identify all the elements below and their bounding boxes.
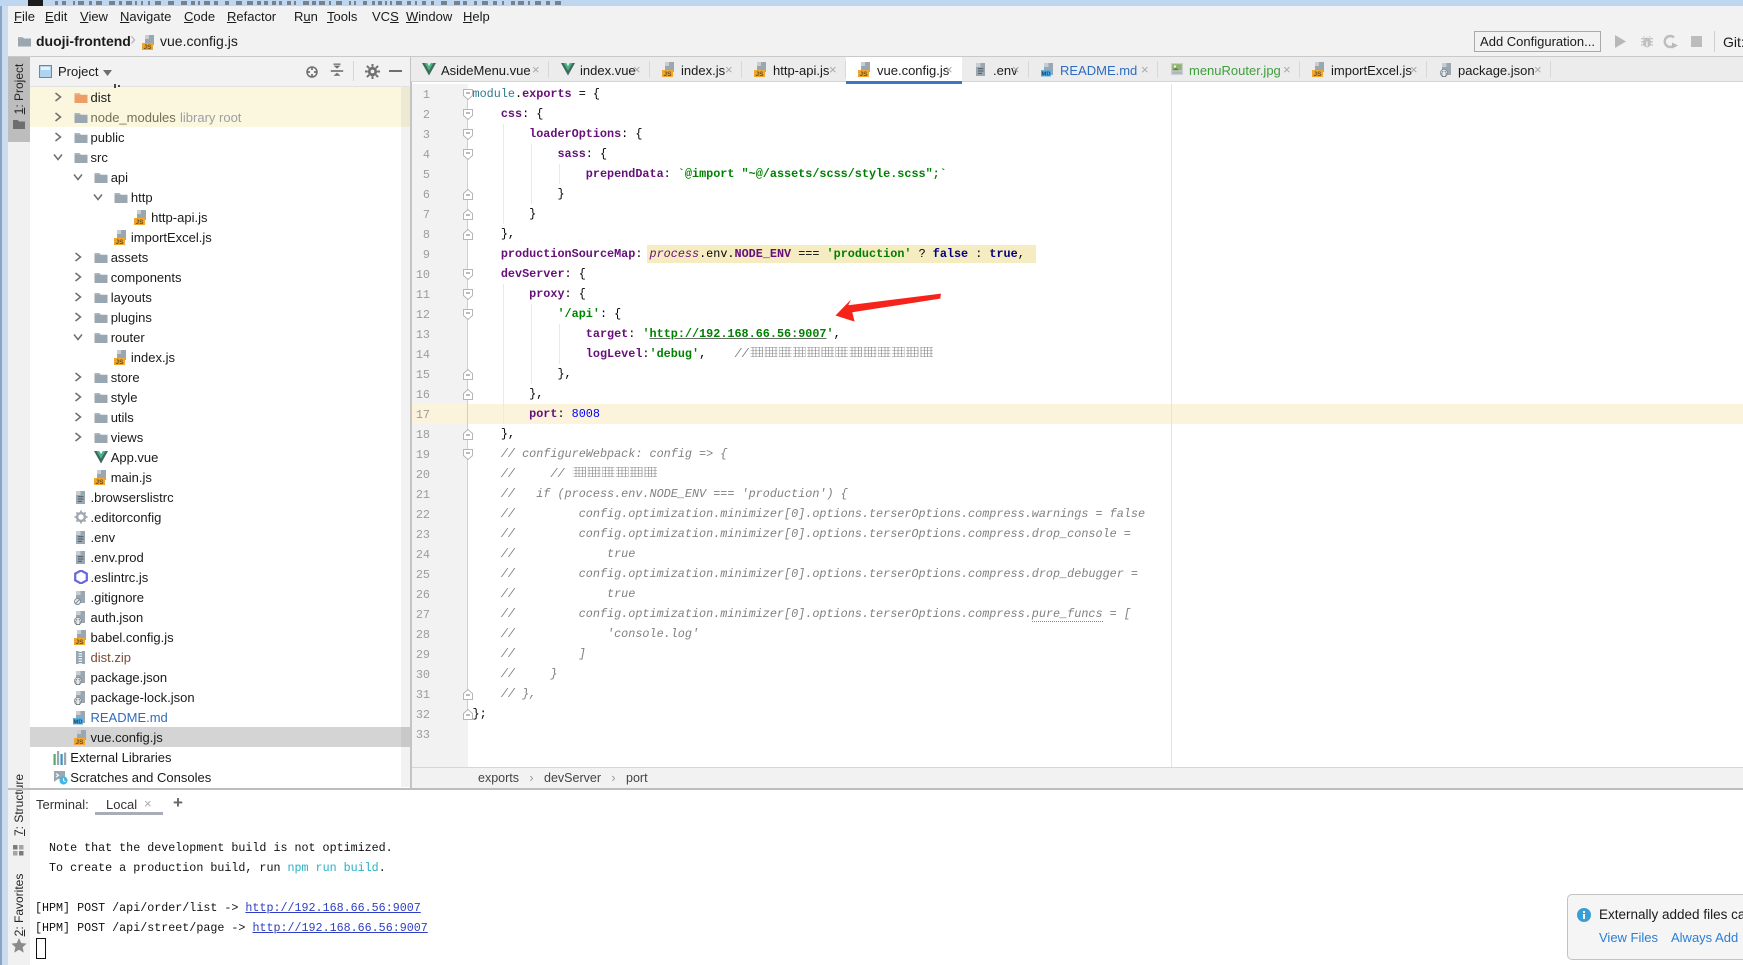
svg-text:JS: JS — [115, 239, 124, 245]
svg-text:JS: JS — [144, 44, 153, 50]
svg-text:MD: MD — [1041, 72, 1050, 77]
svg-text:JS: JS — [115, 359, 124, 365]
svg-text:JS: JS — [860, 71, 869, 77]
svg-text:JS: JS — [75, 739, 84, 745]
svg-text:JS: JS — [1314, 71, 1323, 77]
svg-text:MD: MD — [73, 720, 82, 725]
svg-text:JS: JS — [95, 479, 104, 485]
svg-text:JS: JS — [136, 219, 145, 225]
svg-text:{}: {} — [1440, 70, 1447, 77]
svg-text:{}: {} — [74, 698, 81, 705]
svg-text:{}: {} — [74, 678, 81, 685]
svg-text:JS: JS — [756, 71, 765, 77]
svg-text:{}: {} — [74, 618, 81, 625]
svg-text:JS: JS — [664, 71, 673, 77]
svg-text:JS: JS — [75, 639, 84, 645]
